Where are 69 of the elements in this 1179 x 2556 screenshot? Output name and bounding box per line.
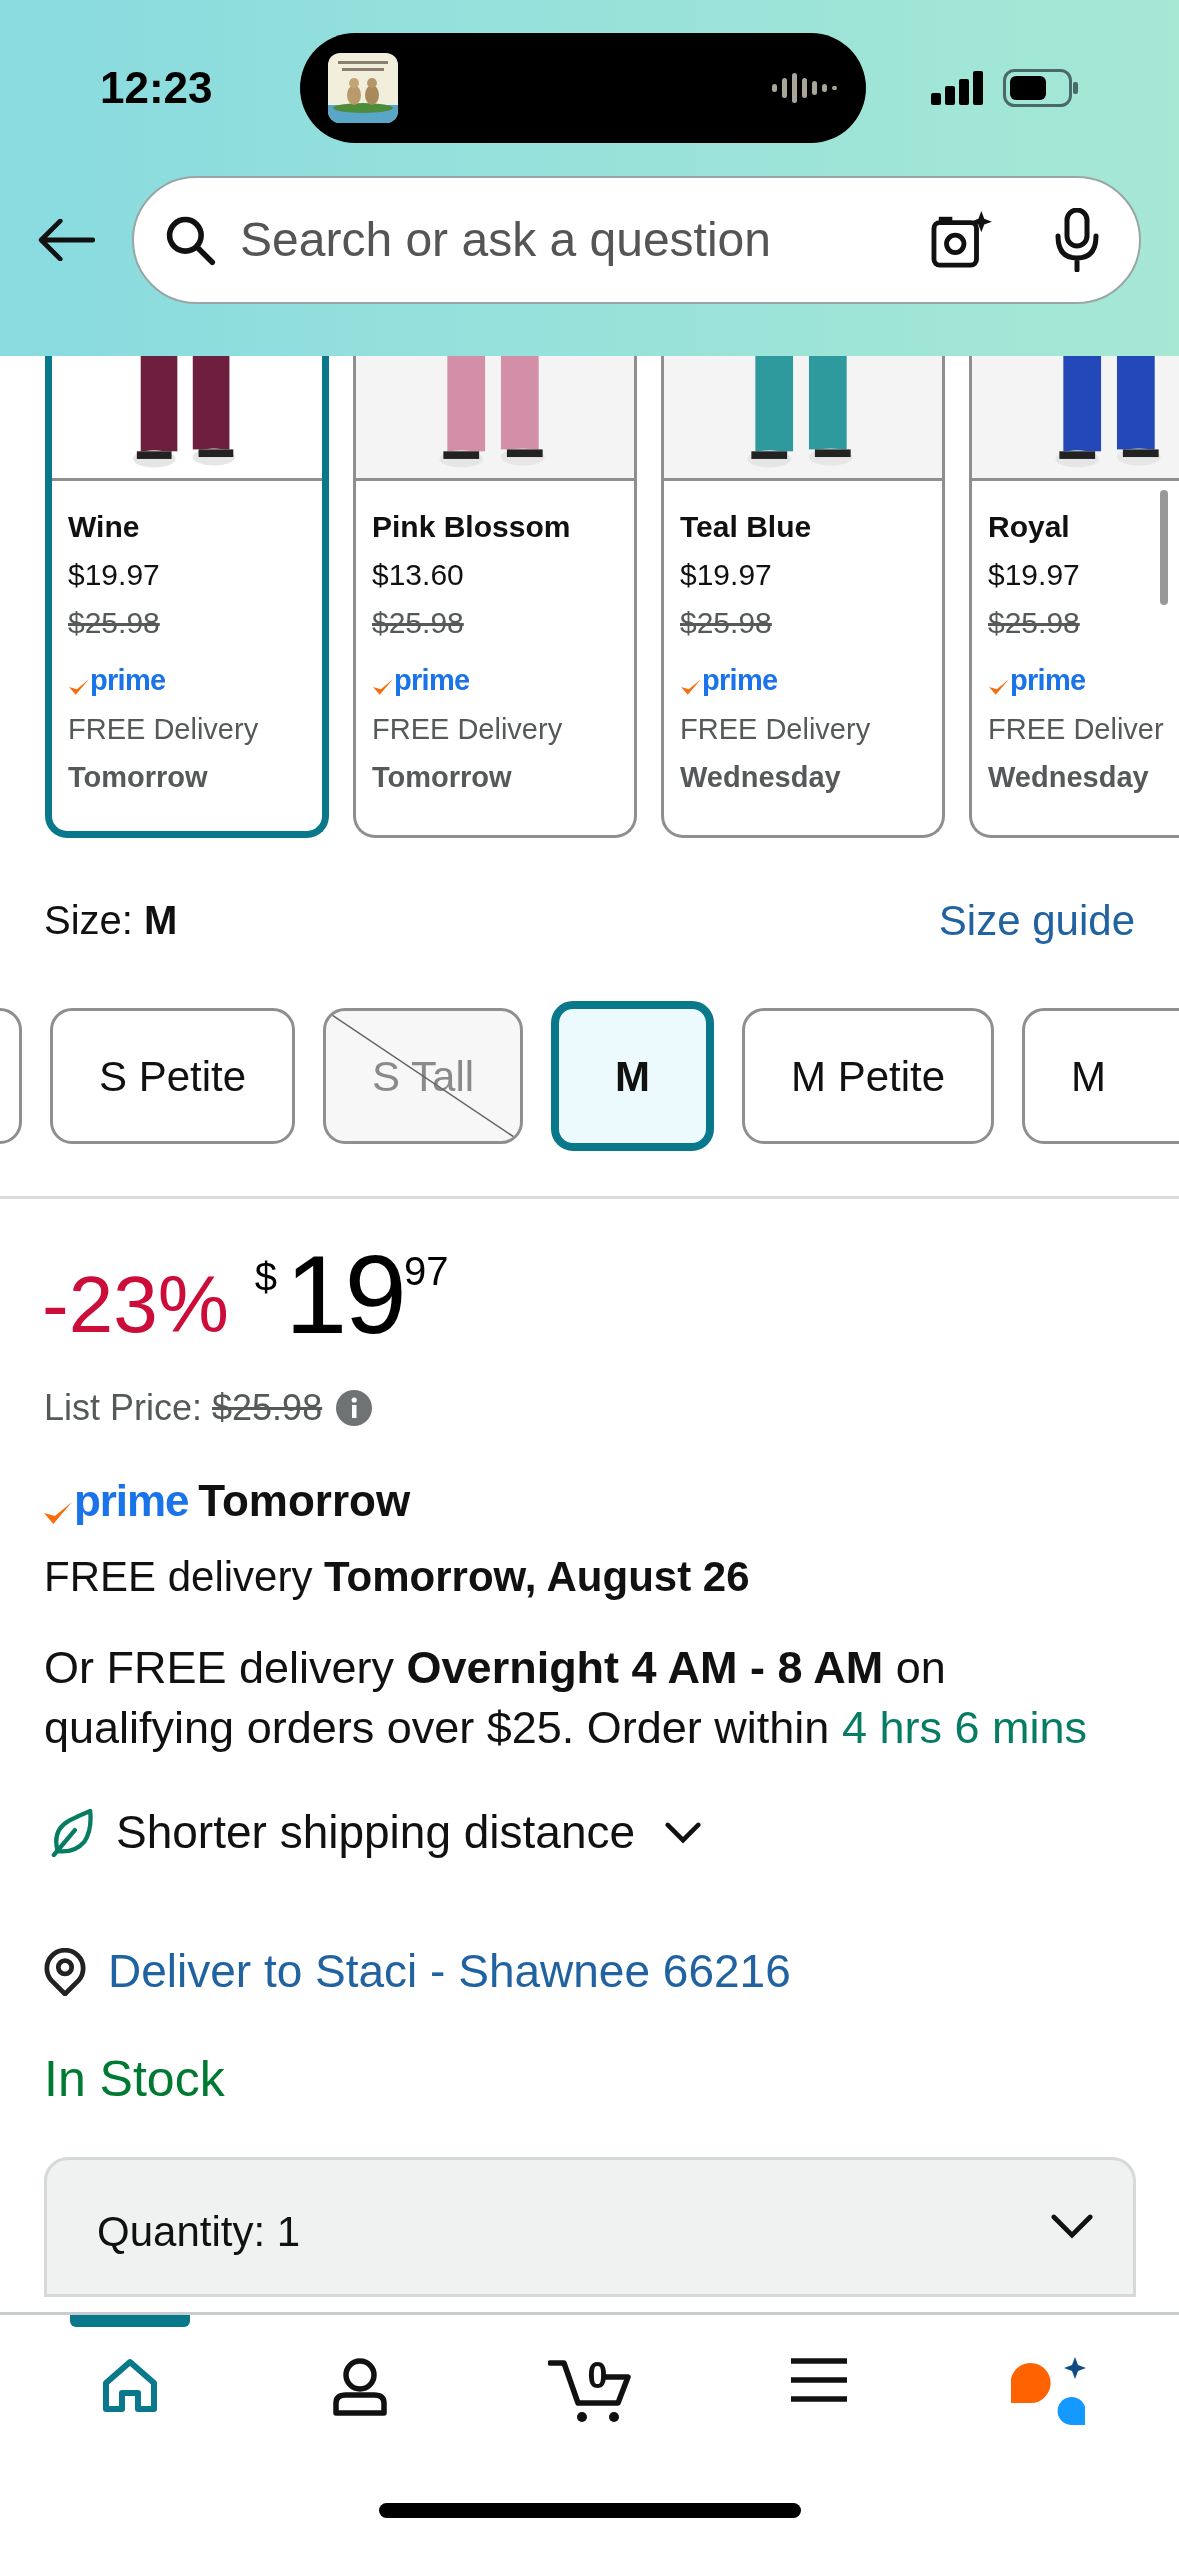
info-icon[interactable] bbox=[336, 1390, 373, 1426]
size-option[interactable]: M Petite bbox=[742, 1008, 995, 1144]
chevron-down-icon bbox=[665, 1821, 702, 1844]
color-option-card[interactable]: Teal Blue $19.97 $25.98 prime FREE Delivery Wednesday bbox=[661, 356, 945, 838]
delivery-day: Tomorrow bbox=[68, 753, 208, 801]
battery-icon bbox=[1003, 69, 1079, 107]
list-price: $25.98 bbox=[68, 605, 160, 641]
color-option-card[interactable]: Pink Blossom $13.60 $25.98 prime FREE Delivery Tomorrow bbox=[353, 356, 637, 838]
search-icon bbox=[164, 214, 216, 266]
color-option-card[interactable]: Royal $19.97 $25.98 prime FREE Deliver Wednesday bbox=[969, 356, 1179, 838]
prime-label: prime bbox=[1010, 666, 1086, 695]
waveform-icon bbox=[772, 73, 838, 103]
delivery-label: FREE Deliver bbox=[988, 712, 1164, 747]
check-icon bbox=[68, 677, 90, 697]
delivery-text: FREE delivery Tomorrow, August 26 bbox=[43, 1552, 751, 1602]
color-name: Wine bbox=[68, 509, 140, 545]
delivery-day: Wednesday bbox=[680, 753, 841, 801]
size-option[interactable]: M bbox=[1022, 1008, 1179, 1144]
color-price: $19.97 bbox=[988, 557, 1080, 593]
chevron-down-icon bbox=[1051, 2214, 1093, 2239]
check-icon bbox=[680, 677, 702, 697]
signal-icon bbox=[931, 71, 985, 105]
color-name: Teal Blue bbox=[680, 509, 812, 545]
prime-label: prime bbox=[702, 666, 778, 695]
home-icon bbox=[102, 2357, 158, 2413]
color-option-card[interactable]: Wine $19.97 $25.98 prime FREE Delivery Tomorrow bbox=[45, 356, 329, 838]
delivery-label: FREE Delivery bbox=[372, 712, 563, 747]
microphone-icon[interactable] bbox=[1055, 208, 1099, 272]
size-guide-link[interactable]: Size guide bbox=[938, 888, 1135, 952]
cart-count: 0 bbox=[587, 2354, 608, 2398]
check-icon bbox=[988, 677, 1010, 697]
delivery-label: FREE Delivery bbox=[680, 712, 871, 747]
list-price: $25.98 bbox=[372, 605, 464, 641]
search-bar[interactable]: Search or ask a question bbox=[132, 176, 1141, 304]
color-price: $13.60 bbox=[372, 557, 464, 593]
leaf-icon bbox=[50, 1808, 94, 1857]
status-time: 12:23 bbox=[100, 62, 214, 114]
search-input[interactable]: Search or ask a question bbox=[240, 204, 907, 276]
size-option[interactable]: S Petite bbox=[50, 1008, 296, 1144]
list-price: $25.98 bbox=[680, 605, 772, 641]
list-price: $25.98 bbox=[988, 605, 1080, 641]
prime-label: prime bbox=[90, 666, 166, 695]
size-label: Size: M bbox=[44, 897, 178, 944]
shipping-toggle[interactable]: Shorter shipping distance bbox=[50, 1798, 702, 1867]
delivery-day: Tomorrow bbox=[372, 753, 512, 801]
quantity-dropdown[interactable]: Quantity: 1 bbox=[44, 2157, 1136, 2297]
delivery-day: Wednesday bbox=[988, 753, 1149, 801]
prime-label: prime bbox=[74, 1479, 189, 1523]
prime-label: prime bbox=[394, 666, 470, 695]
color-price: $19.97 bbox=[680, 557, 772, 593]
location-pin-icon bbox=[44, 1947, 86, 1996]
color-price: $19.97 bbox=[68, 557, 160, 593]
deliver-to-link[interactable]: Deliver to Staci - Shawnee 66216 bbox=[44, 1937, 1179, 2006]
check-icon bbox=[372, 677, 394, 697]
back-arrow-icon bbox=[37, 219, 95, 261]
camera-icon[interactable] bbox=[931, 211, 993, 269]
person-icon bbox=[331, 2357, 388, 2417]
color-name: Royal bbox=[988, 509, 1070, 545]
delivery-note: Or FREE delivery Overnight 4 AM - 8 AM on qualifying orders over $25. Order within 4 hrs 6 mins bbox=[43, 1641, 1088, 1755]
discount-percent: -23% bbox=[42, 1265, 229, 1345]
stock-status: In Stock bbox=[44, 2050, 226, 2109]
color-name: Pink Blossom bbox=[372, 509, 571, 545]
prime-delivery-day: Tomorrow bbox=[198, 1479, 411, 1523]
size-option[interactable]: M bbox=[551, 1001, 715, 1151]
menu-icon bbox=[789, 2357, 850, 2403]
cart-icon bbox=[547, 2357, 632, 2423]
nav-tab[interactable]: 0 bbox=[529, 2315, 650, 2445]
delivery-label: FREE Delivery bbox=[68, 712, 259, 747]
list-price-label: List Price: $25.98 bbox=[44, 1386, 323, 1430]
